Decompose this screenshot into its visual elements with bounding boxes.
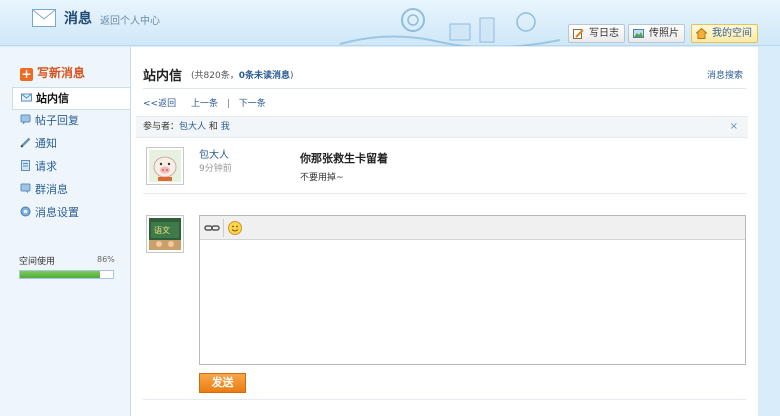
sidebar-item-notifications[interactable]: 通知 (12, 133, 130, 156)
space-usage-label: 空间使用 (19, 257, 56, 267)
sidebar: + 写新消息 站内信 帖子回复 通知 请求 群消息 消息设置 空间使用 86% (0, 47, 130, 416)
unread-count[interactable]: 0条未读消息 (239, 71, 290, 81)
pager-separator: | (226, 99, 230, 109)
compose-message-button[interactable]: + 写新消息 (20, 64, 85, 81)
divider (143, 193, 746, 194)
envelope-logo-icon (32, 9, 56, 27)
message-search-link[interactable]: 消息搜索 (707, 68, 743, 81)
page-background (758, 47, 780, 416)
group-bubble-icon (20, 183, 31, 194)
close-icon[interactable]: × (730, 117, 738, 137)
divider (143, 399, 746, 400)
section-title: 站内信 (143, 69, 183, 84)
space-usage-fill (20, 271, 100, 278)
sidebar-nav: 站内信 帖子回复 通知 请求 群消息 消息设置 (12, 87, 130, 225)
space-usage-percent: 86% (97, 255, 115, 264)
reply-editor[interactable] (199, 215, 746, 365)
page-title: 消息 (64, 11, 92, 27)
my-space-button[interactable]: 我的空间 (691, 24, 758, 43)
editor-toolbar (200, 216, 745, 240)
pencil-icon (20, 137, 31, 148)
pig-avatar-icon (149, 150, 181, 182)
settings-icon (20, 206, 31, 217)
pencil-note-icon (573, 29, 584, 39)
plus-icon: + (20, 67, 33, 81)
sidebar-item-post-replies[interactable]: 帖子回复 (12, 110, 130, 133)
sidebar-item-requests[interactable]: 请求 (12, 156, 130, 179)
message-subject: 你那张救生卡留着 (300, 152, 388, 165)
participant-me-link[interactable]: 我 (221, 122, 230, 132)
smiley-icon[interactable] (226, 220, 244, 236)
divider (143, 88, 746, 89)
upload-photo-button[interactable]: 传照片 (628, 24, 685, 43)
next-link[interactable]: 下一条 (239, 99, 266, 109)
prev-link[interactable]: 上一条 (191, 99, 218, 109)
link-icon[interactable] (203, 220, 221, 236)
header-decoration (339, 8, 561, 46)
document-icon (21, 160, 30, 171)
envelope-icon (21, 93, 32, 102)
back-link[interactable]: <<返回 (143, 99, 176, 109)
top-header: 消息 返回个人中心 写日志 传照片 我的空间 (0, 0, 780, 46)
send-button[interactable]: 发送 (199, 373, 246, 393)
back-to-profile-link[interactable]: 返回个人中心 (100, 12, 160, 27)
reply-bubble-icon (20, 114, 31, 125)
sidebar-item-group-messages[interactable]: 群消息 (12, 179, 130, 202)
house-icon (696, 28, 707, 39)
svg-text:语文: 语文 (154, 225, 170, 235)
message-count: (共820条，0条未读消息) (191, 71, 294, 81)
chalkboard-avatar-icon: 语文 (149, 218, 181, 250)
sender-avatar[interactable] (146, 147, 184, 185)
space-usage-bar (19, 270, 114, 279)
participants-bar: 参与者：包大人 和 我 × (136, 116, 748, 138)
write-diary-button[interactable]: 写日志 (568, 24, 625, 43)
photo-icon (633, 29, 644, 38)
sidebar-item-message-settings[interactable]: 消息设置 (12, 202, 130, 225)
sidebar-item-inbox[interactable]: 站内信 (12, 87, 130, 110)
toolbar-separator (223, 219, 224, 237)
main-panel: 站内信 (共820条，0条未读消息) 消息搜索 <<返回 上一条 | 下一条 参… (130, 47, 758, 416)
message-sender-link[interactable]: 包大人 (199, 146, 229, 161)
message-pager: <<返回 上一条 | 下一条 (143, 96, 272, 109)
my-avatar[interactable]: 语文 (146, 215, 184, 253)
message-body: 不要用掉~ (300, 173, 344, 183)
message-time: 9分钟前 (199, 164, 232, 174)
participant-user-link[interactable]: 包大人 (179, 122, 206, 132)
